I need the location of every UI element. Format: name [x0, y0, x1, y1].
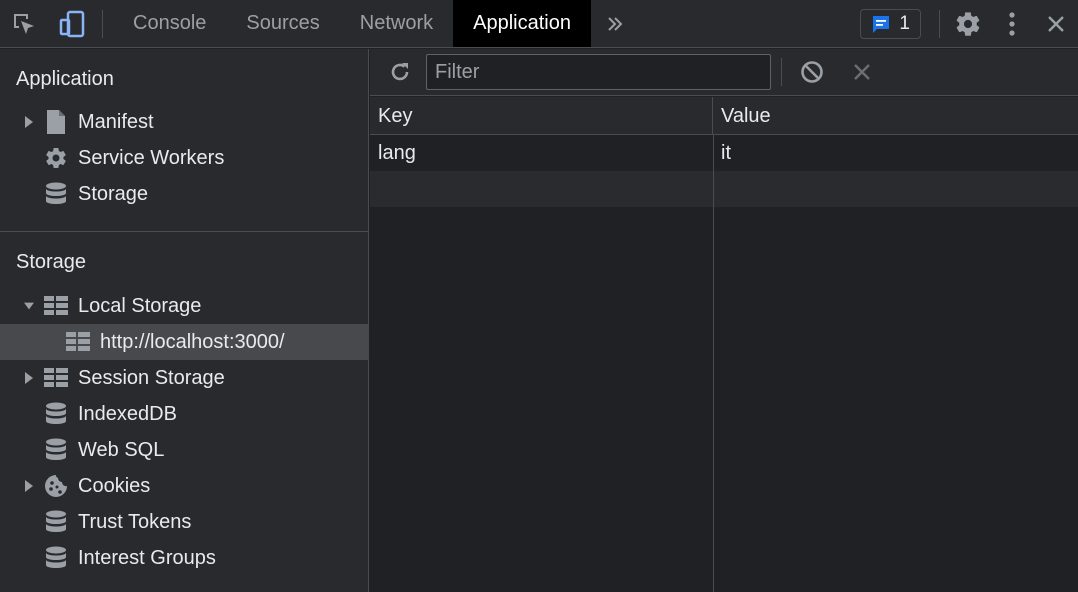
sidebar-item-session-storage[interactable]: Session Storage	[0, 360, 369, 396]
database-icon	[44, 438, 68, 462]
database-icon	[44, 402, 68, 426]
block-icon	[801, 61, 823, 83]
database-icon	[44, 546, 68, 570]
cell-key[interactable]: lang	[370, 135, 713, 171]
section-title-application: Application	[16, 68, 114, 90]
cell-value[interactable]: it	[713, 135, 1078, 171]
sidebar-item-label: Web SQL	[78, 438, 165, 461]
section-title-storage: Storage	[16, 251, 87, 273]
close-icon	[854, 64, 870, 80]
chat-icon	[873, 15, 890, 33]
sidebar-item-label: IndexedDB	[78, 402, 177, 425]
column-header-value[interactable]: Value	[713, 97, 1078, 135]
sidebar-item-label: Trust Tokens	[78, 510, 192, 533]
sidebar-item-label: Storage	[78, 182, 149, 205]
device-toggle-icon	[59, 10, 85, 37]
table-row-empty[interactable]	[370, 171, 1078, 207]
sidebar-item-label: Session Storage	[78, 366, 225, 389]
column-divider	[713, 135, 714, 592]
cursor-select-icon	[14, 13, 34, 34]
issues-badge[interactable]: 1	[860, 8, 921, 39]
element-picker-button[interactable]	[0, 0, 48, 47]
grid-header-row: Key Value	[370, 97, 1078, 135]
collapse-arrow-icon[interactable]	[24, 300, 34, 312]
kebab-menu-icon	[1009, 11, 1015, 36]
storage-data-grid: Key Value lang it	[370, 97, 1078, 592]
filter-input[interactable]	[426, 54, 771, 90]
chevron-double-right-icon	[608, 16, 623, 31]
section-divider	[0, 231, 369, 232]
storage-toolbar	[370, 49, 1078, 96]
more-options-button[interactable]	[990, 0, 1034, 47]
sidebar-item-local-storage[interactable]: Local Storage	[0, 288, 369, 324]
close-devtools-button[interactable]	[1034, 0, 1078, 47]
clear-all-button[interactable]	[790, 49, 834, 95]
sidebar-item-storage-overview[interactable]: Storage	[0, 176, 369, 212]
sidebar-item-web-sql[interactable]: Web SQL	[0, 432, 369, 468]
tab-sources[interactable]: Sources	[226, 0, 339, 47]
refresh-icon	[391, 63, 409, 81]
table-icon	[44, 366, 68, 390]
sidebar-item-manifest[interactable]: Manifest	[0, 104, 369, 140]
toolbar-separator	[939, 9, 940, 38]
device-toolbar-button[interactable]	[48, 0, 96, 47]
devtools-window: Console Sources Network Application 1 Ap…	[0, 0, 1078, 592]
storage-items-pane: Key Value lang it	[370, 49, 1078, 592]
sidebar-item-indexeddb[interactable]: IndexedDB	[0, 396, 369, 432]
database-icon	[44, 182, 68, 206]
tab-network[interactable]: Network	[340, 0, 453, 47]
application-sidebar: Application Manifest Service Workers Sto…	[0, 49, 369, 592]
table-icon	[66, 330, 90, 354]
column-header-key[interactable]: Key	[370, 97, 713, 135]
close-icon	[1048, 15, 1064, 32]
toolbar-separator	[781, 58, 782, 86]
cookie-icon	[44, 474, 68, 498]
toolbar-right-group: 1	[860, 0, 1078, 47]
refresh-button[interactable]	[378, 49, 422, 95]
delete-selected-button[interactable]	[840, 49, 884, 95]
sidebar-item-label: Local Storage	[78, 294, 202, 317]
file-icon	[44, 110, 68, 134]
table-row[interactable]: lang it	[370, 135, 1078, 171]
table-icon	[44, 294, 68, 318]
tab-console[interactable]: Console	[113, 0, 226, 47]
sidebar-item-label: http://localhost:3000/	[100, 330, 285, 353]
gear-icon	[956, 11, 980, 36]
sidebar-item-service-workers[interactable]: Service Workers	[0, 140, 369, 176]
tab-application[interactable]: Application	[453, 0, 591, 47]
sidebar-item-interest-groups[interactable]: Interest Groups	[0, 540, 369, 576]
expand-arrow-icon[interactable]	[24, 372, 34, 384]
devtools-tab-bar: Console Sources Network Application 1	[0, 0, 1078, 48]
more-tabs-button[interactable]	[591, 0, 639, 47]
settings-button[interactable]	[946, 0, 990, 47]
sidebar-item-trust-tokens[interactable]: Trust Tokens	[0, 504, 369, 540]
sidebar-item-label: Service Workers	[78, 146, 225, 169]
database-icon	[44, 510, 68, 534]
sidebar-item-cookies[interactable]: Cookies	[0, 468, 369, 504]
sidebar-item-label: Manifest	[78, 110, 154, 133]
expand-arrow-icon[interactable]	[24, 116, 34, 128]
toolbar-separator	[102, 9, 103, 38]
expand-arrow-icon[interactable]	[24, 480, 34, 492]
sidebar-item-label: Cookies	[78, 474, 151, 497]
gear-icon	[44, 146, 68, 170]
sidebar-item-localhost-3000[interactable]: http://localhost:3000/	[0, 324, 369, 360]
issues-count: 1	[899, 12, 910, 34]
sidebar-item-label: Interest Groups	[78, 546, 216, 569]
